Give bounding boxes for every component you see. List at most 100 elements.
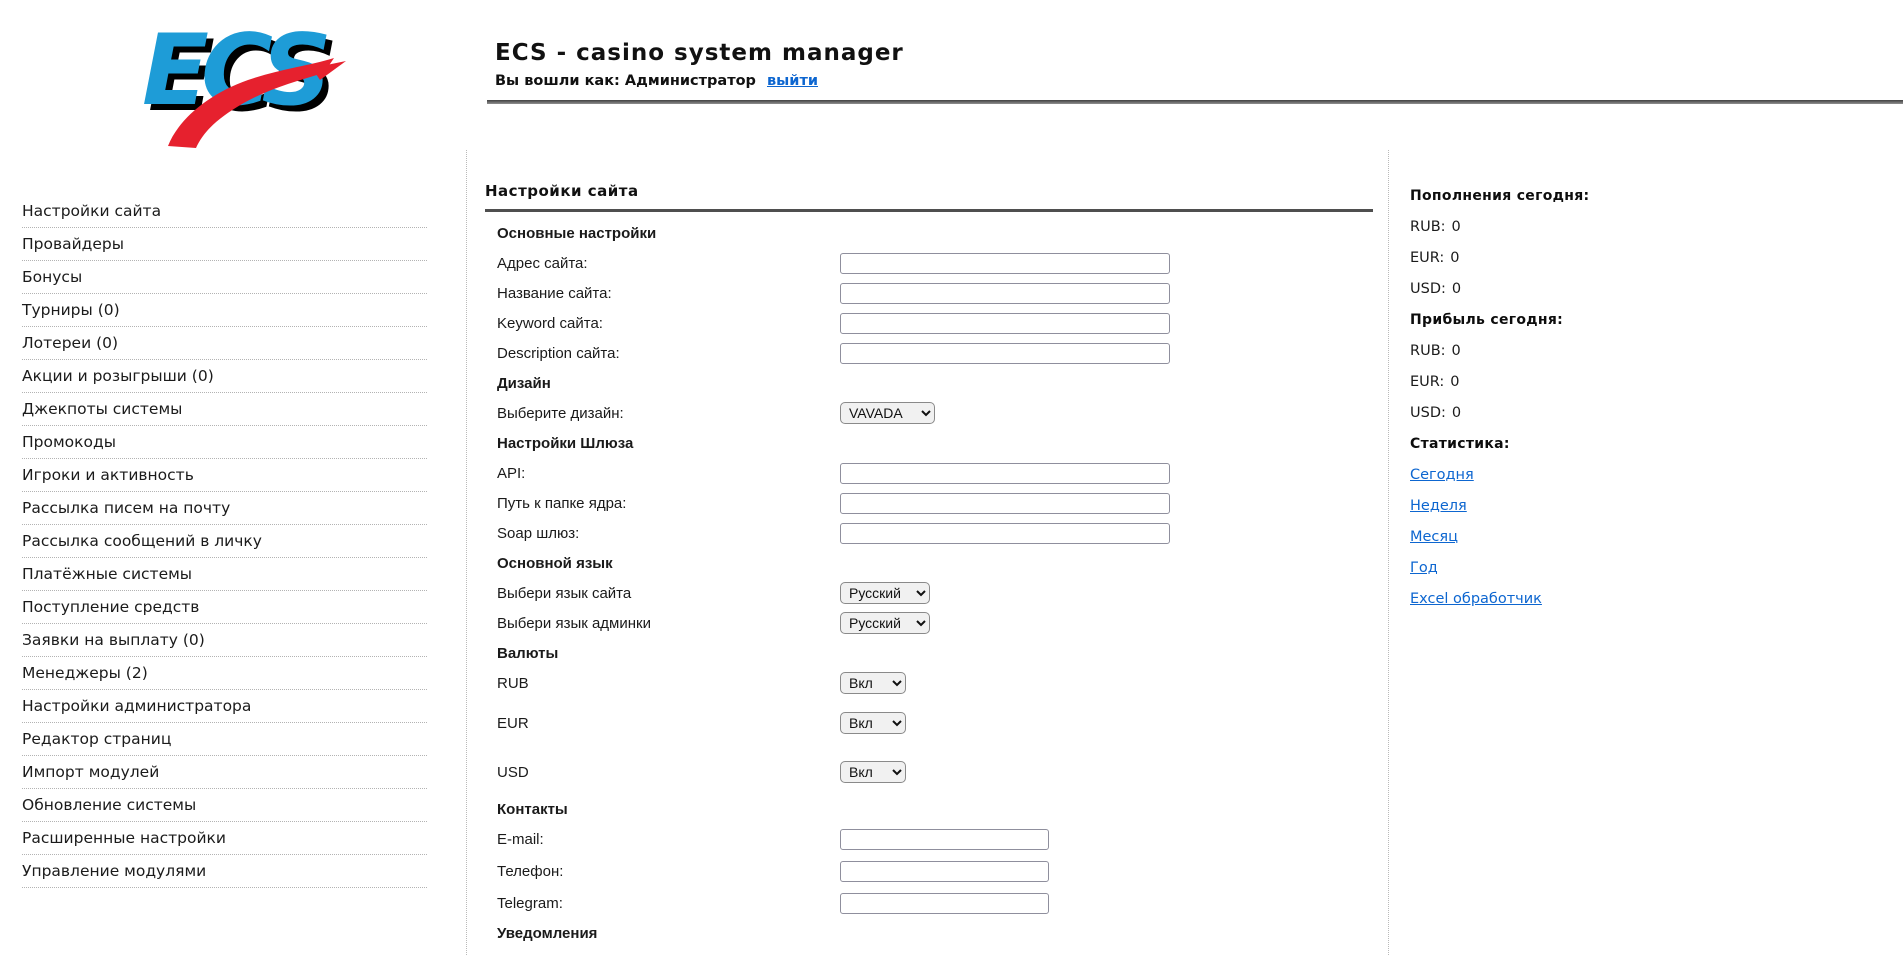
form-row: E-mail: [485, 824, 1373, 854]
field-label-site-address: Адрес сайта: [497, 254, 588, 272]
login-status: Вы вошли как: Администратор выйти [495, 73, 904, 89]
form-row: USD Вкл [485, 757, 1373, 787]
form-row: Выберите дизайн: VAVADA [485, 398, 1373, 428]
sidebar-item-module-import[interactable]: Импорт модулей [22, 756, 427, 789]
profit-rub: RUB: 0 [1410, 342, 1461, 359]
form-row: Название сайта: [485, 278, 1373, 308]
stats-link-today[interactable]: Сегодня [1410, 467, 1474, 483]
deposit-eur: EUR: 0 [1410, 249, 1460, 266]
sidebar-item-page-editor[interactable]: Редактор страниц [22, 723, 427, 756]
header-divider [487, 100, 1903, 104]
site-keyword-input[interactable] [840, 312, 1170, 334]
form-row: Выбери язык админки Русский [485, 608, 1373, 638]
sidebar-item-email-mailing[interactable]: Рассылка писем на почту [22, 492, 427, 525]
stats-link-excel[interactable]: Excel обработчик [1410, 591, 1542, 607]
field-label-admin-language: Выбери язык админки [497, 614, 651, 632]
site-name-input[interactable] [840, 282, 1170, 304]
field-label-eur: EUR [497, 714, 529, 732]
sidebar-item-module-management[interactable]: Управление модулями [22, 855, 427, 888]
deposits-today-title: Пополнения сегодня: [1410, 187, 1590, 204]
telegram-input[interactable] [840, 892, 1049, 914]
form-row: Выбери язык сайта Русский [485, 578, 1373, 608]
form-row: Телефон: [485, 856, 1373, 886]
sidebar-item-promocodes[interactable]: Промокоды [22, 426, 427, 459]
sidebar-item-system-update[interactable]: Обновление системы [22, 789, 427, 822]
login-user: Администратор [624, 73, 756, 89]
sidebar-item-incoming-funds[interactable]: Поступление средств [22, 591, 427, 624]
sidebar-item-players-activity[interactable]: Игроки и активность [22, 459, 427, 492]
soap-gateway-input[interactable] [840, 522, 1170, 544]
form-row: Адрес сайта: [485, 248, 1373, 278]
sidebar-item-promotions[interactable]: Акции и розыгрыши (0) [22, 360, 427, 393]
site-language-select[interactable]: Русский [840, 582, 930, 604]
form-row: Soap шлюз: [485, 518, 1373, 548]
stats-link-year[interactable]: Год [1410, 560, 1438, 576]
form-row: При пополнение счета: [485, 948, 1373, 955]
sidebar-item-payment-systems[interactable]: Платёжные системы [22, 558, 427, 591]
field-label-site-name: Название сайта: [497, 284, 612, 302]
section-main-language: Основной язык [497, 554, 613, 572]
deposit-rub: RUB: 0 [1410, 218, 1461, 235]
admin-language-select[interactable]: Русский [840, 612, 930, 634]
sidebar-item-jackpots[interactable]: Джекпоты системы [22, 393, 427, 426]
section-contacts: Контакты [497, 800, 568, 818]
design-select[interactable]: VAVADA [840, 402, 935, 424]
sidebar-item-managers[interactable]: Менеджеры (2) [22, 657, 427, 690]
section-gateway-settings: Настройки Шлюза [497, 434, 634, 452]
left-column-divider [466, 150, 467, 955]
field-label-rub: RUB [497, 674, 529, 692]
form-row: Description сайта: [485, 338, 1373, 368]
form-row: Keyword сайта: [485, 308, 1373, 338]
sidebar-item-pm-mailing[interactable]: Рассылка сообщений в личку [22, 525, 427, 558]
profit-today-title: Прибыль сегодня: [1410, 311, 1564, 328]
section-design: Дизайн [497, 374, 551, 392]
section-notifications: Уведомления [497, 924, 598, 942]
field-label-site-keyword: Keyword сайта: [497, 314, 603, 332]
core-folder-path-input[interactable] [840, 492, 1170, 514]
sidebar-menu: Настройки сайта Провайдеры Бонусы Турнир… [22, 195, 427, 888]
site-description-input[interactable] [840, 342, 1170, 364]
field-label-usd: USD [497, 763, 529, 781]
sidebar-item-providers[interactable]: Провайдеры [22, 228, 427, 261]
usd-select[interactable]: Вкл [840, 761, 906, 783]
sidebar-item-tournaments[interactable]: Турниры (0) [22, 294, 427, 327]
sidebar-item-bonuses[interactable]: Бонусы [22, 261, 427, 294]
right-column-divider [1388, 150, 1389, 955]
form-row: EUR Вкл [485, 708, 1373, 738]
form-row: API: [485, 458, 1373, 488]
sidebar-item-lotteries[interactable]: Лотереи (0) [22, 327, 427, 360]
stats-sidebar: Пополнения сегодня: RUB: 0 EUR: 0 USD: 0 Пр… [1410, 180, 1700, 614]
form-row: RUB Вкл [485, 668, 1373, 698]
statistics-title: Статистика: [1410, 435, 1510, 452]
deposit-usd: USD: 0 [1410, 280, 1462, 297]
field-label-design: Выберите дизайн: [497, 404, 624, 422]
stats-link-week[interactable]: Неделя [1410, 498, 1467, 514]
section-currencies: Валюты [497, 644, 559, 662]
field-label-api: API: [497, 464, 526, 482]
eur-select[interactable]: Вкл [840, 712, 906, 734]
field-label-core-path: Путь к папке ядра: [497, 494, 627, 512]
site-address-input[interactable] [840, 252, 1170, 274]
phone-input[interactable] [840, 860, 1049, 882]
ecs-logo-icon: ECS ECS [138, 14, 348, 153]
api-input[interactable] [840, 462, 1170, 484]
sidebar-item-admin-settings[interactable]: Настройки администратора [22, 690, 427, 723]
form-row: Telegram: [485, 888, 1373, 918]
email-input[interactable] [840, 828, 1049, 850]
login-prefix: Вы вошли как: [495, 73, 620, 89]
stats-link-month[interactable]: Месяц [1410, 529, 1458, 545]
profit-usd: USD: 0 [1410, 404, 1462, 421]
logout-link[interactable]: выйти [767, 73, 818, 89]
rub-select[interactable]: Вкл [840, 672, 906, 694]
site-settings-panel: Настройки сайта Основные настройки Адрес… [485, 180, 1373, 955]
field-label-soap-gateway: Soap шлюз: [497, 524, 580, 542]
sidebar-item-advanced-settings[interactable]: Расширенные настройки [22, 822, 427, 855]
field-label-email: E-mail: [497, 830, 544, 848]
sidebar-item-payout-requests[interactable]: Заявки на выплату (0) [22, 624, 427, 657]
field-label-site-language: Выбери язык сайта [497, 584, 632, 602]
page-title: ECS - casino system manager [495, 40, 904, 66]
panel-title: Настройки сайта [485, 180, 1373, 212]
sidebar-item-site-settings[interactable]: Настройки сайта [22, 195, 427, 228]
profit-eur: EUR: 0 [1410, 373, 1460, 390]
section-basic-settings: Основные настройки [497, 224, 657, 242]
